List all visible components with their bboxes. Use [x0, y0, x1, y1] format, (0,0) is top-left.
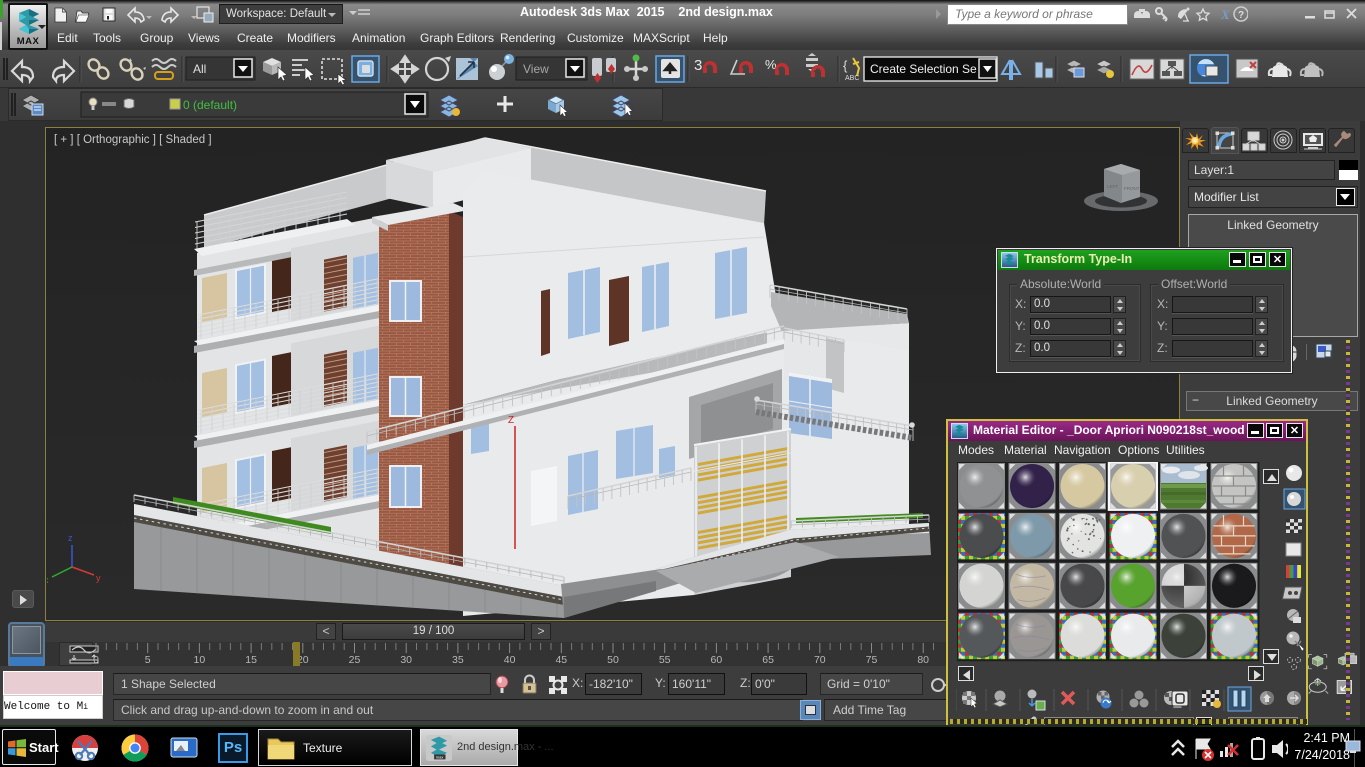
svg-text:3: 3	[694, 57, 702, 74]
svg-text:{: {	[843, 58, 848, 73]
svg-text:10: 10	[194, 654, 206, 666]
svg-text:70: 70	[814, 654, 826, 666]
svg-text:30: 30	[400, 654, 412, 666]
svg-text:ABC: ABC	[845, 75, 859, 82]
svg-text:65: 65	[762, 654, 774, 666]
svg-text:X: X	[1220, 7, 1230, 22]
svg-text:Create Selection Se: Create Selection Se	[870, 62, 977, 76]
svg-text:All: All	[193, 62, 206, 76]
svg-text:max: max	[436, 755, 444, 760]
svg-text:45: 45	[555, 654, 567, 666]
svg-text:25: 25	[349, 654, 361, 666]
svg-text:Z: Z	[508, 415, 514, 426]
svg-text:5: 5	[145, 654, 151, 666]
svg-text:LEFT: LEFT	[1107, 184, 1118, 189]
svg-text:40: 40	[504, 654, 516, 666]
svg-text:x: x	[47, 575, 49, 585]
svg-text:y: y	[96, 573, 101, 583]
svg-text:0: 0	[93, 654, 99, 666]
svg-text:80: 80	[917, 654, 929, 666]
svg-text:FRONT: FRONT	[1124, 186, 1140, 191]
svg-text:0 (default): 0 (default)	[183, 98, 237, 112]
svg-text:35: 35	[452, 654, 464, 666]
svg-text:15: 15	[245, 654, 257, 666]
svg-text:50: 50	[607, 654, 619, 666]
svg-text:View: View	[523, 62, 549, 76]
svg-text:?: ?	[1238, 10, 1244, 21]
svg-text:75: 75	[866, 654, 878, 666]
svg-text:55: 55	[659, 654, 671, 666]
svg-text:60: 60	[711, 654, 723, 666]
svg-text:z: z	[68, 533, 73, 543]
